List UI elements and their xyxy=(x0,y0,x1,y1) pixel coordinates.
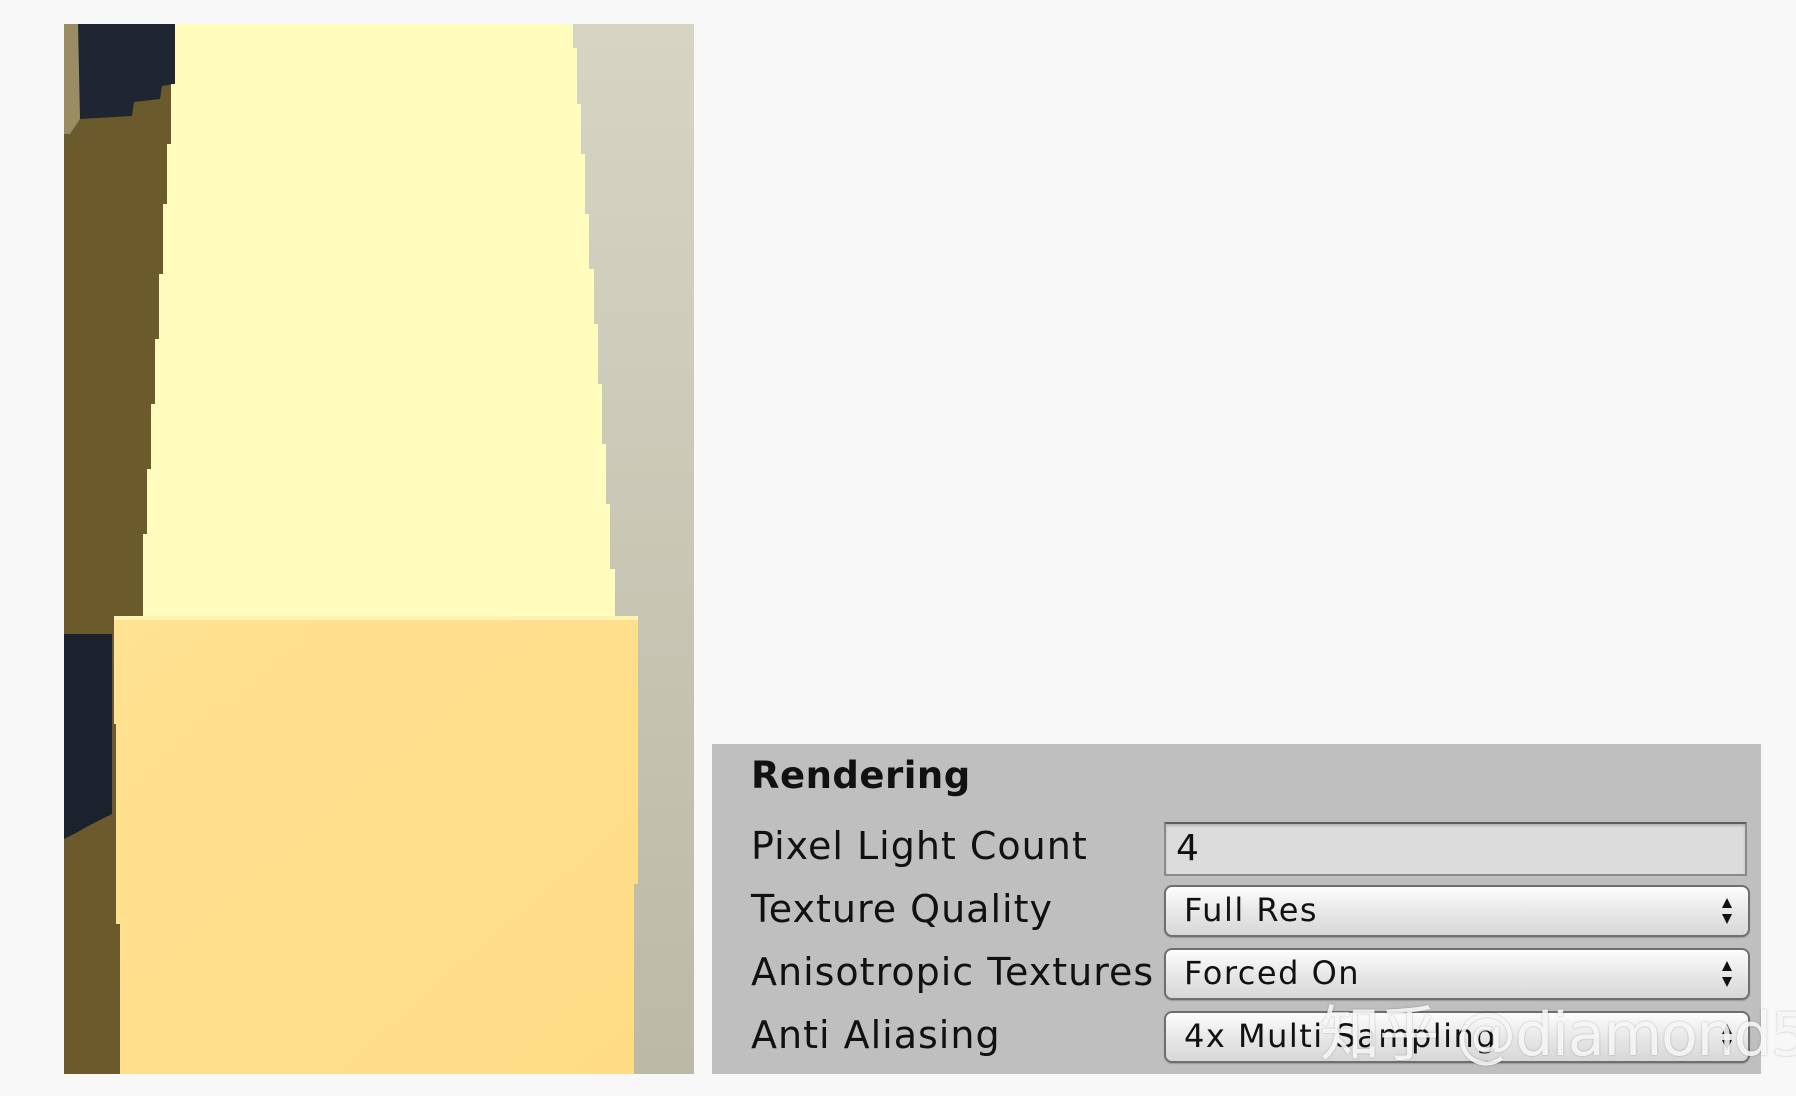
aliased-scene-image xyxy=(64,24,694,1074)
edge-highlight xyxy=(64,24,80,134)
dark-block-mid xyxy=(64,634,112,839)
pixel-light-count-label: Pixel Light Count xyxy=(751,824,1088,868)
cube-top-edge xyxy=(114,616,638,620)
up-down-arrows-icon xyxy=(1722,1024,1732,1050)
up-down-arrows-icon xyxy=(1722,898,1732,924)
anisotropic-textures-dropdown[interactable]: Forced On xyxy=(1164,948,1750,1000)
up-down-arrows-icon xyxy=(1722,961,1732,987)
anti-aliasing-value: 4x Multi Sampling xyxy=(1184,1017,1498,1055)
texture-quality-label: Texture Quality xyxy=(751,887,1053,931)
lit-cube-face xyxy=(114,618,638,1074)
anisotropic-textures-value: Forced On xyxy=(1184,954,1361,992)
texture-quality-value: Full Res xyxy=(1184,891,1319,929)
rendering-settings-panel: Rendering Pixel Light Count 4 Texture Qu… xyxy=(712,744,1761,1074)
anti-aliasing-label: Anti Aliasing xyxy=(751,1013,1001,1057)
texture-quality-dropdown[interactable]: Full Res xyxy=(1164,885,1750,937)
anisotropic-textures-label: Anisotropic Textures xyxy=(751,950,1155,994)
section-title-rendering: Rendering xyxy=(751,754,971,797)
light-cone xyxy=(143,24,615,619)
scene-viewport-preview xyxy=(64,24,694,1074)
anti-aliasing-dropdown[interactable]: 4x Multi Sampling xyxy=(1164,1011,1750,1063)
pixel-light-count-field[interactable]: 4 xyxy=(1164,822,1747,876)
